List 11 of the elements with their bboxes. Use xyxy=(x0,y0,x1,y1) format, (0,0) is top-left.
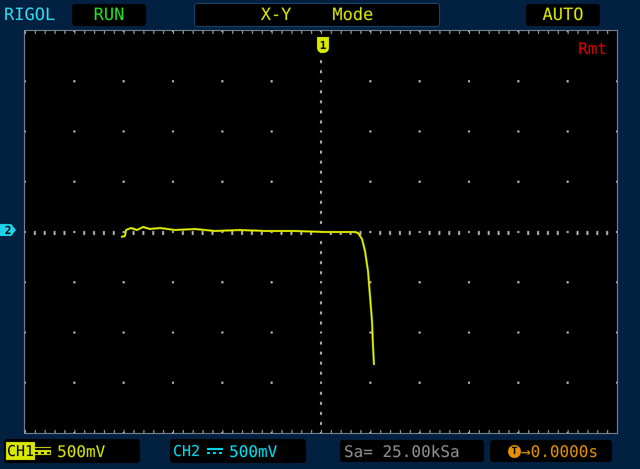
mode-label: X-Y Mode xyxy=(194,3,440,27)
sample-rate: Sa= 25.00kSa xyxy=(340,440,484,462)
brand-label: RIGOL xyxy=(4,5,56,25)
channel-marker: 2 xyxy=(0,224,16,236)
trigger-mode: AUTO xyxy=(526,4,600,26)
run-status: RUN xyxy=(72,4,146,26)
channel-scale[interactable]: CH2 500mV xyxy=(170,439,306,463)
channel-scale[interactable]: CH1 500mV xyxy=(4,439,140,463)
trigger-offset: T →0.0000s xyxy=(490,440,612,462)
remote-indicator: Rmt xyxy=(578,39,607,58)
trigger-marker: 1 xyxy=(317,37,329,53)
